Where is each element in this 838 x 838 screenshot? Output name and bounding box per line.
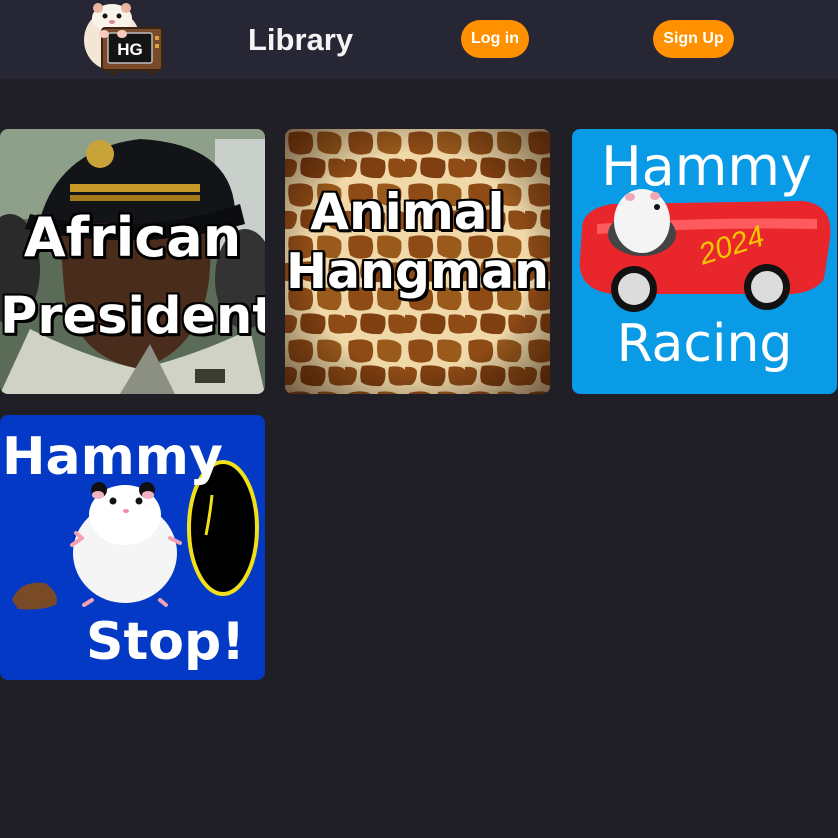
game-tile-hammy-stop[interactable]: Hammy Stop! [0,415,265,680]
logo-text: HG [117,40,143,59]
tile-title-line1: Hammy [601,135,812,198]
tile-title-line1: African [23,206,242,269]
tile-title-line2: President [0,287,265,346]
tile-title-line2: Racing [616,314,793,374]
signup-button[interactable]: Sign Up [653,20,734,58]
login-button[interactable]: Log in [461,20,529,58]
hamster-tv-logo-icon: HG [84,3,163,75]
tile-title-line2: Stop! [86,612,245,672]
game-tile-animal-hangman[interactable]: Animal Hangman [285,129,550,394]
tile-title-line2: Hangman [285,243,550,300]
tile-title-line1: Animal [310,183,505,241]
top-navbar: HG Library Log in Sign Up [0,0,838,79]
hg-logo[interactable]: HG [82,0,166,76]
game-tile-hammy-racing[interactable]: 2024 Hammy Racing [572,129,837,394]
library-link[interactable]: Library [248,22,353,58]
game-tile-african-president[interactable]: African President [0,129,265,394]
tile-title-line1: Hammy [2,427,223,487]
